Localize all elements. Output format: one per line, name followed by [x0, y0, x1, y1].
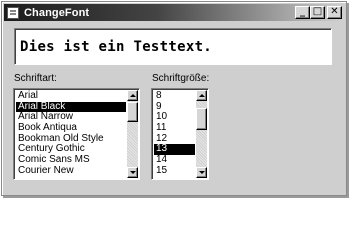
font-list-scrollbar[interactable] [127, 90, 138, 178]
scrollbar-thumb[interactable] [127, 102, 138, 122]
font-list-item[interactable]: Courier New [16, 165, 126, 177]
font-list-items: Arial Arial Black Arial Narrow Book Anti… [16, 90, 126, 177]
scrollbar-thumb[interactable] [196, 108, 207, 130]
font-listbox[interactable]: Arial Arial Black Arial Narrow Book Anti… [13, 88, 140, 180]
size-listbox[interactable]: 8 9 10 11 12 13 14 15 [151, 88, 209, 180]
minimize-button[interactable]: _ [295, 6, 310, 19]
preview-text: Dies ist ein Testtext. [20, 38, 213, 55]
close-button[interactable]: ✕ [327, 6, 342, 19]
scroll-down-arrow-icon[interactable] [127, 167, 138, 178]
size-list-items: 8 9 10 11 12 13 14 15 [154, 90, 195, 177]
maximize-button[interactable]: □ [310, 6, 325, 19]
size-list-item[interactable]: 15 [154, 165, 195, 177]
font-list-label: Schriftart: [14, 73, 57, 84]
preview-textbox[interactable]: Dies ist ein Testtext. [14, 28, 332, 65]
scroll-down-arrow-icon[interactable] [196, 167, 207, 178]
window-title: ChangeFont [24, 6, 90, 19]
scroll-up-arrow-icon[interactable] [127, 90, 138, 101]
scroll-up-arrow-icon[interactable] [196, 90, 207, 101]
size-list-scrollbar[interactable] [196, 90, 207, 178]
document-icon[interactable] [7, 6, 19, 19]
size-list-label: Schriftgröße: [152, 73, 210, 84]
title-bar[interactable]: ChangeFont _ □ ✕ [4, 4, 344, 21]
window-controls: _ □ ✕ [295, 6, 342, 19]
